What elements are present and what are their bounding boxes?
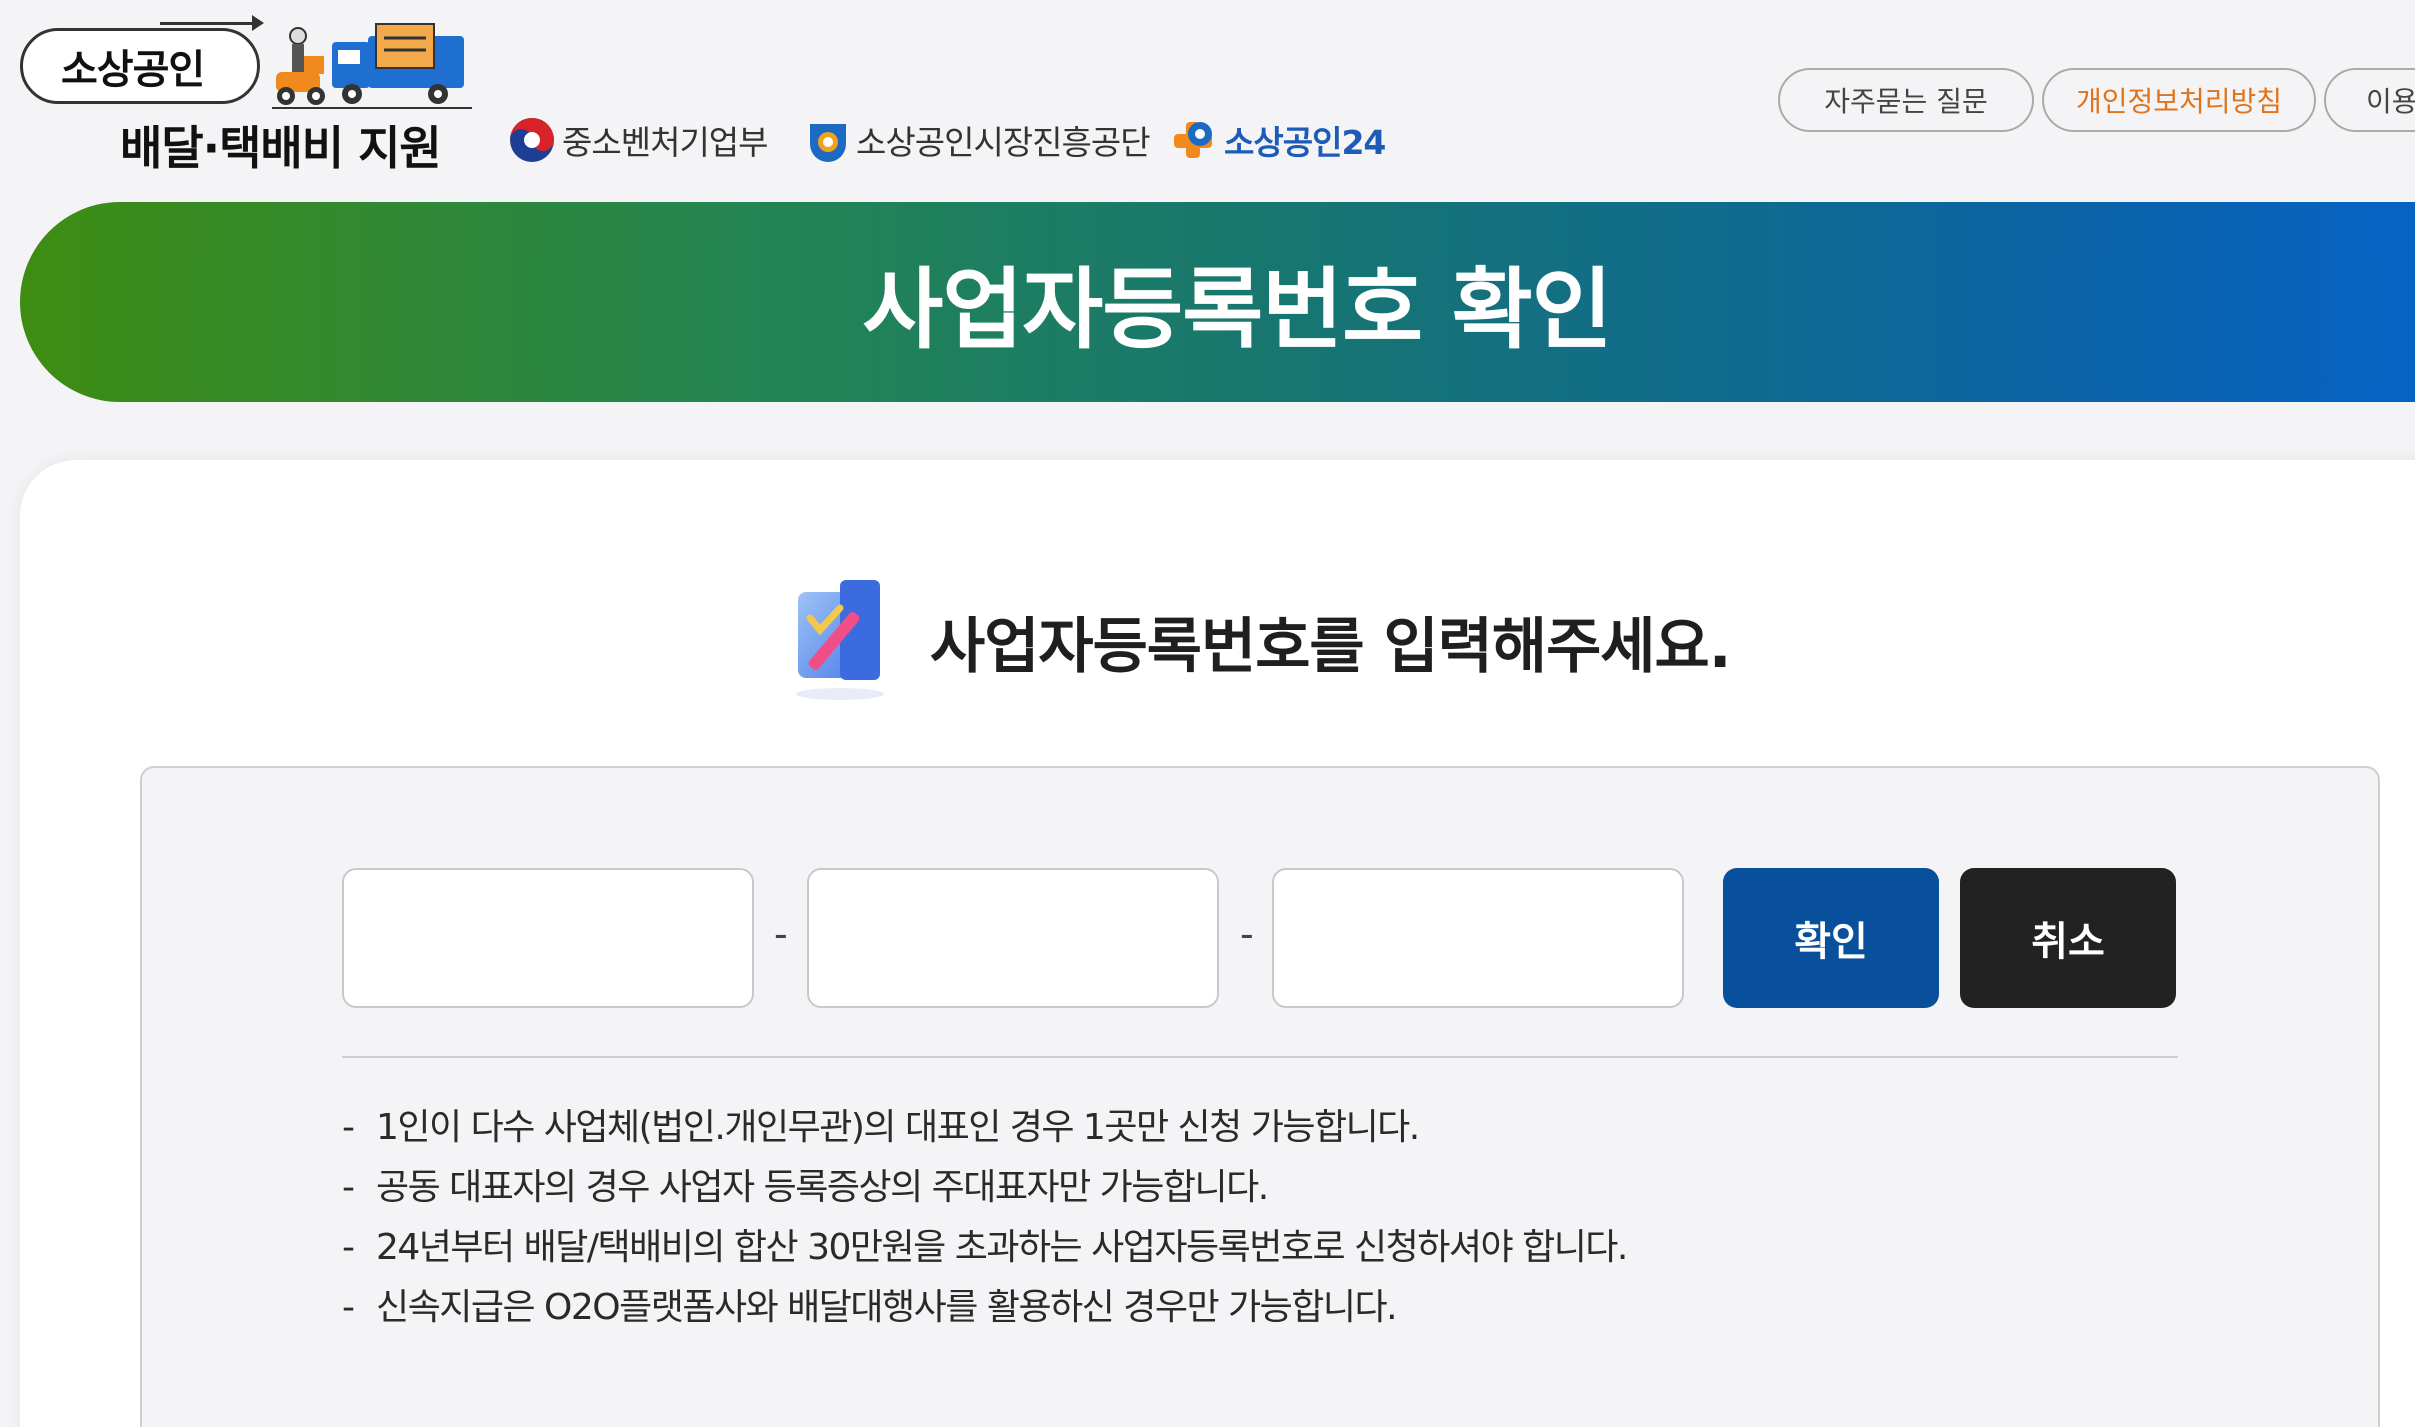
title-banner: 사업자등록번호 확인 [20, 202, 2415, 402]
partner-semas[interactable]: 소상공인시장진흥공단 [806, 112, 1151, 168]
logo-arrow-icon [160, 15, 264, 31]
form-prompt: 사업자등록번호를 입력해주세요. [780, 576, 1731, 706]
partner-mss[interactable]: 중소벤처기업부 [508, 112, 769, 168]
semas-logo-icon [810, 124, 846, 162]
logo-top-text: 소상공인 [61, 47, 205, 93]
top-nav: 자주묻는 질문 개인정보처리방침 이용약관 [1778, 68, 2415, 132]
divider [342, 1056, 2178, 1058]
partner-name: 소상공인시장진흥공단 [856, 123, 1151, 162]
logo[interactable]: 소상공인 [20, 28, 260, 104]
taegeuk-emblem-icon [510, 118, 554, 162]
biz-number-field-3[interactable] [1272, 868, 1684, 1008]
list-item: - 공동 대표자의 경우 사업자 등록증상의 주대표자만 가능합니다. [342, 1167, 1269, 1208]
list-item: - 신속지급은 O2O플랫폼사와 배달대행사를 활용하신 경우만 가능합니다. [342, 1287, 1398, 1328]
partner-name: 중소벤처기업부 [562, 123, 769, 162]
separator: - [1240, 912, 1254, 956]
partner-name: 소상공인24 [1224, 123, 1386, 162]
list-item: -1인이 다수 사업체(법인.개인무관)의 대표인 경우 1곳만 신청 가능합니… [342, 1107, 1420, 1148]
biz-number-field-1[interactable] [342, 868, 754, 1008]
cancel-button[interactable]: 취소 [1960, 868, 2176, 1008]
biz-number-field-2[interactable] [807, 868, 1219, 1008]
confirm-button[interactable]: 확인 [1723, 868, 1939, 1008]
notice-list: -1인이 다수 사업체(법인.개인무관)의 대표인 경우 1곳만 신청 가능합니… [342, 1098, 1628, 1338]
logo-bottom-text: 배달·택배비 지원 [120, 121, 442, 175]
separator: - [774, 912, 788, 956]
delivery-truck-icon [272, 23, 472, 109]
privacy-policy-link[interactable]: 개인정보처리방침 [2042, 68, 2316, 132]
prompt-text: 사업자등록번호를 입력해주세요. [930, 611, 1731, 682]
partner-sbiz24[interactable]: 소상공인24 [1170, 112, 1386, 168]
list-item: -24년부터 배달/택배비의 합산 30만원을 초과하는 사업자등록번호로 신청… [342, 1227, 1628, 1268]
faq-link[interactable]: 자주묻는 질문 [1778, 68, 2034, 132]
terms-link[interactable]: 이용약관 [2324, 68, 2415, 132]
sbiz24-logo-icon [1174, 122, 1212, 158]
page-title: 사업자등록번호 확인 [862, 257, 1612, 361]
checklist-pencil-icon [796, 580, 884, 700]
page: 소상공인 배달·택배비 지원 중소벤처기업부 소상공인시장진흥공단 소상공인24… [0, 0, 2415, 1427]
